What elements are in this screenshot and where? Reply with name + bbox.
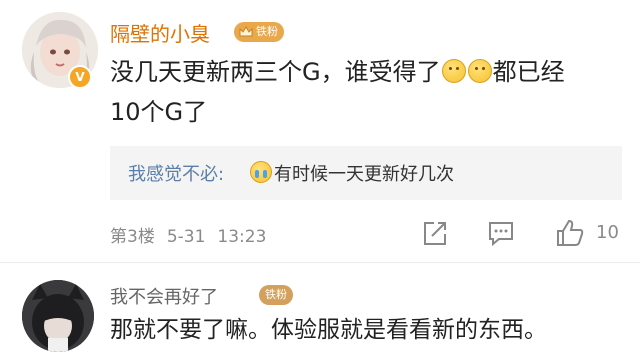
smile-emoji	[467, 59, 492, 83]
reply-username[interactable]: 我感觉不必:	[128, 160, 224, 186]
smile-emoji	[441, 59, 466, 83]
reply-text: 有时候一天更新好几次	[250, 160, 454, 186]
cry-emoji	[250, 161, 272, 183]
floor-number: 第3楼	[110, 227, 155, 247]
comment-text-part: 10个G了	[110, 98, 208, 126]
comment-time: 13:23	[217, 227, 267, 247]
avatar[interactable]	[22, 280, 94, 352]
crown-icon	[239, 26, 253, 37]
comment-item: V 隔壁的小臭 铁粉 没几天更新两三个G，谁受得了 都已经 10个G了 我感觉不必…	[0, 0, 640, 262]
reply-text-content: 有时候一天更新好几次	[274, 164, 454, 185]
like-count: 10	[596, 222, 619, 243]
share-button[interactable]	[421, 218, 449, 248]
comment-button[interactable]	[487, 218, 515, 248]
comment-text-part: 没几天更新两三个G，谁受得了	[110, 58, 441, 86]
comment-text: 没几天更新两三个G，谁受得了 都已经 10个G了	[110, 52, 620, 132]
fan-badge-label: 铁粉	[265, 288, 287, 301]
fan-badge-label: 铁粉	[256, 25, 278, 38]
comment-icon	[489, 222, 513, 247]
fan-badge: 铁粉	[259, 285, 293, 305]
username[interactable]: 隔壁的小臭	[110, 18, 210, 47]
comment-date: 5-31	[166, 227, 206, 247]
fan-badge: 铁粉	[234, 22, 284, 42]
share-icon	[424, 222, 446, 245]
like-button[interactable]	[555, 218, 585, 248]
verified-badge-icon: V	[68, 65, 92, 89]
like-icon	[557, 219, 584, 246]
comment-text: 那就不要了嘛。体验服就是看看新的东西。	[110, 317, 547, 343]
comment-text-part: 都已经	[492, 58, 565, 86]
username[interactable]: 我不会再好了	[110, 283, 218, 309]
reply-box[interactable]: 我感觉不必: 有时候一天更新好几次	[110, 146, 622, 200]
comment-meta: 第3楼 5-31 13:23	[110, 222, 278, 247]
